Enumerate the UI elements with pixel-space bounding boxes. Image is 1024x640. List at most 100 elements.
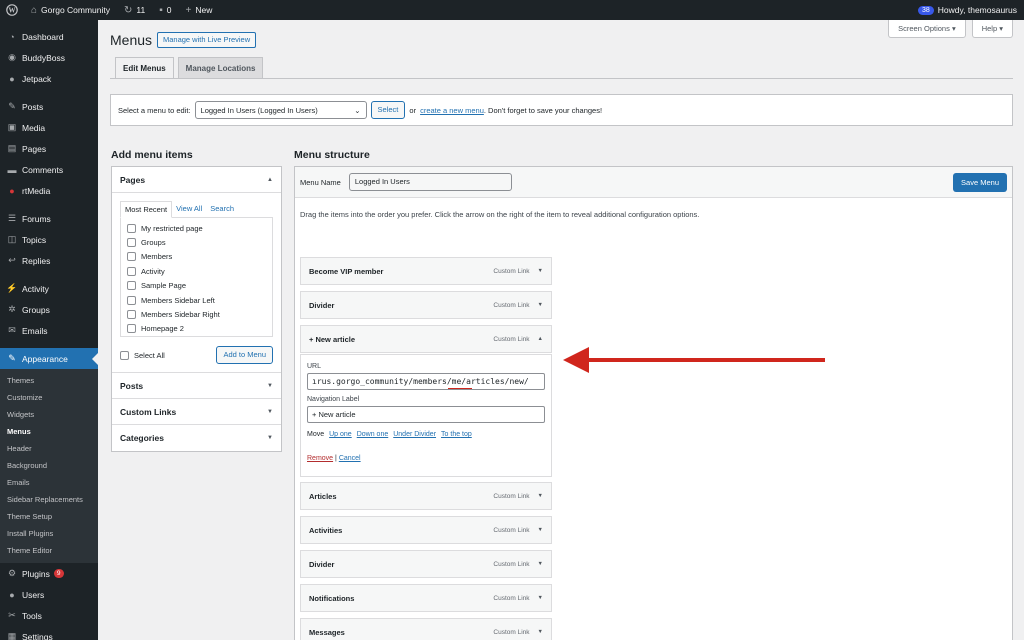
sidebar-item-replies[interactable]: ↩ Replies [0,250,98,271]
move-under-divider-link[interactable]: Under Divider [393,431,436,438]
select-all-checkbox[interactable] [120,350,129,360]
checkbox[interactable] [127,324,136,334]
menu-item-new-article[interactable]: + New article Custom Link ▲ [300,325,552,353]
list-item[interactable]: Groups [127,235,266,249]
sidebar-item-media[interactable]: ▣ Media [0,117,98,138]
sidebar-item-jetpack[interactable]: ● Jetpack [0,68,98,89]
updates-link[interactable]: ↻ 11 [117,0,152,20]
comments-link[interactable]: ▪ 0 [152,0,178,20]
add-to-menu-button[interactable]: Add to Menu [216,346,273,364]
new-content-link[interactable]: + New [179,0,220,20]
list-item[interactable]: Homepage 2 [127,322,266,336]
submenu-item-menus[interactable]: Menus [0,423,98,440]
submenu-item-customize[interactable]: Customize [0,389,98,406]
user-account-link[interactable]: 38 Howdy, themosaurus [911,0,1024,20]
checkbox[interactable] [127,238,136,248]
submenu-item-background[interactable]: Background [0,457,98,474]
list-item[interactable]: Sample Page [127,279,266,293]
list-item[interactable]: Activity [127,264,266,278]
list-item[interactable]: Members [127,250,266,264]
menu-item-divider[interactable]: Divider Custom Link ▼ [300,291,552,319]
sidebar-item-pages[interactable]: ▤ Pages [0,138,98,159]
remove-link[interactable]: Remove [307,455,333,462]
posts-section-header[interactable]: Posts ▼ [112,373,281,399]
list-item[interactable]: Members Sidebar Right [127,307,266,321]
create-menu-link[interactable]: create a new menu [420,106,484,115]
submenu-item-emails[interactable]: Emails [0,474,98,491]
sidebar-item-plugins[interactable]: ⚙ Plugins 9 [0,563,98,584]
list-item[interactable]: My restricted page [127,221,266,235]
tab-manage-locations[interactable]: Manage Locations [177,57,264,78]
sidebar-item-activity[interactable]: ⚡ Activity [0,278,98,299]
checkbox[interactable] [127,252,136,262]
nav-tabs: Edit Menus Manage Locations [115,57,264,78]
sidebar-item-posts[interactable]: ✎ Posts [0,96,98,117]
sidebar-item-rtmedia[interactable]: ● rtMedia [0,180,98,201]
caret-up-icon[interactable]: ▲ [538,336,543,342]
checkbox[interactable] [127,295,136,305]
caret-down-icon[interactable]: ▼ [538,302,543,308]
screen-options-button[interactable]: Screen Options ▾ [888,20,966,38]
tab-view-all[interactable]: View All [172,201,206,218]
menu-item-activities[interactable]: Activities Custom Link ▼ [300,516,552,544]
checkbox[interactable] [127,281,136,291]
sidebar-item-comments[interactable]: ▬ Comments [0,159,98,180]
caret-down-icon[interactable]: ▼ [538,527,543,533]
submenu-item-install-plugins[interactable]: Install Plugins [0,525,98,542]
submenu-item-theme-setup[interactable]: Theme Setup [0,508,98,525]
sidebar-item-topics[interactable]: ◫ Topics [0,229,98,250]
sidebar-item-buddyboss[interactable]: ◉ BuddyBoss [0,47,98,68]
checkbox[interactable] [127,310,136,320]
menu-item-articles[interactable]: Articles Custom Link ▼ [300,482,552,510]
submenu-item-theme-editor[interactable]: Theme Editor [0,542,98,559]
tab-search[interactable]: Search [206,201,238,218]
live-preview-button[interactable]: Manage with Live Preview [157,32,257,48]
submenu-item-header[interactable]: Header [0,440,98,457]
caret-down-icon[interactable]: ▼ [538,561,543,567]
menu-item-divider-2[interactable]: Divider Custom Link ▼ [300,550,552,578]
sidebar-item-users[interactable]: ● Users [0,584,98,605]
sidebar-item-appearance[interactable]: ✎ Appearance [0,348,98,369]
menu-item-become-vip[interactable]: Become VIP member Custom Link ▼ [300,257,552,285]
list-item[interactable]: Members Sidebar Left [127,293,266,307]
sidebar-item-forums[interactable]: ☰ Forums [0,208,98,229]
cancel-link[interactable]: Cancel [339,455,361,462]
comments-icon: ▬ [7,164,17,175]
site-name-link[interactable]: ⌂ Gorgo Community [24,0,117,20]
submenu-item-sidebar-replacements[interactable]: Sidebar Replacements [0,491,98,508]
checkbox[interactable] [127,266,136,276]
submenu-item-widgets[interactable]: Widgets [0,406,98,423]
categories-section-header[interactable]: Categories ▼ [112,425,281,451]
pages-section-header[interactable]: Pages ▲ [112,167,281,193]
notification-badge[interactable]: 38 [917,5,934,15]
menu-select-dropdown[interactable]: Logged In Users (Logged In Users) ⌄ [194,101,367,119]
select-all-control[interactable]: Select All [120,350,165,360]
sidebar-item-groups[interactable]: ✲ Groups [0,299,98,320]
tab-edit-menus[interactable]: Edit Menus [115,57,174,78]
help-button[interactable]: Help ▾ [971,20,1013,38]
wordpress-logo-icon[interactable]: W [0,0,24,20]
move-down-one-link[interactable]: Down one [357,431,389,438]
move-to-top-link[interactable]: To the top [441,431,472,438]
save-menu-button[interactable]: Save Menu [953,172,1007,192]
pages-actions: Select All Add to Menu [120,346,273,364]
caret-down-icon[interactable]: ▼ [538,268,543,274]
move-up-one-link[interactable]: Up one [329,431,352,438]
submenu-item-themes[interactable]: Themes [0,372,98,389]
caret-down-icon[interactable]: ▼ [538,493,543,499]
sidebar-item-dashboard[interactable]: ◔ Dashboard [0,26,98,47]
sidebar-item-settings[interactable]: ▦ Settings [0,626,98,640]
caret-down-icon[interactable]: ▼ [538,595,543,601]
tab-most-recent[interactable]: Most Recent [120,201,173,218]
menu-name-input[interactable]: Logged In Users [348,173,512,191]
checkbox[interactable] [127,223,136,233]
sidebar-item-emails[interactable]: ✉ Emails [0,320,98,341]
custom-links-section-header[interactable]: Custom Links ▼ [112,399,281,425]
menu-item-notifications[interactable]: Notifications Custom Link ▼ [300,584,552,612]
menu-item-messages[interactable]: Messages Custom Link ▼ [300,618,552,640]
navigation-label-input[interactable]: + New article [307,406,545,423]
url-input[interactable]: ırus.gorgo_community/members/me/articles… [307,373,545,390]
caret-down-icon[interactable]: ▼ [538,629,543,635]
sidebar-item-tools[interactable]: ✂ Tools [0,605,98,626]
select-button[interactable]: Select [370,101,406,119]
